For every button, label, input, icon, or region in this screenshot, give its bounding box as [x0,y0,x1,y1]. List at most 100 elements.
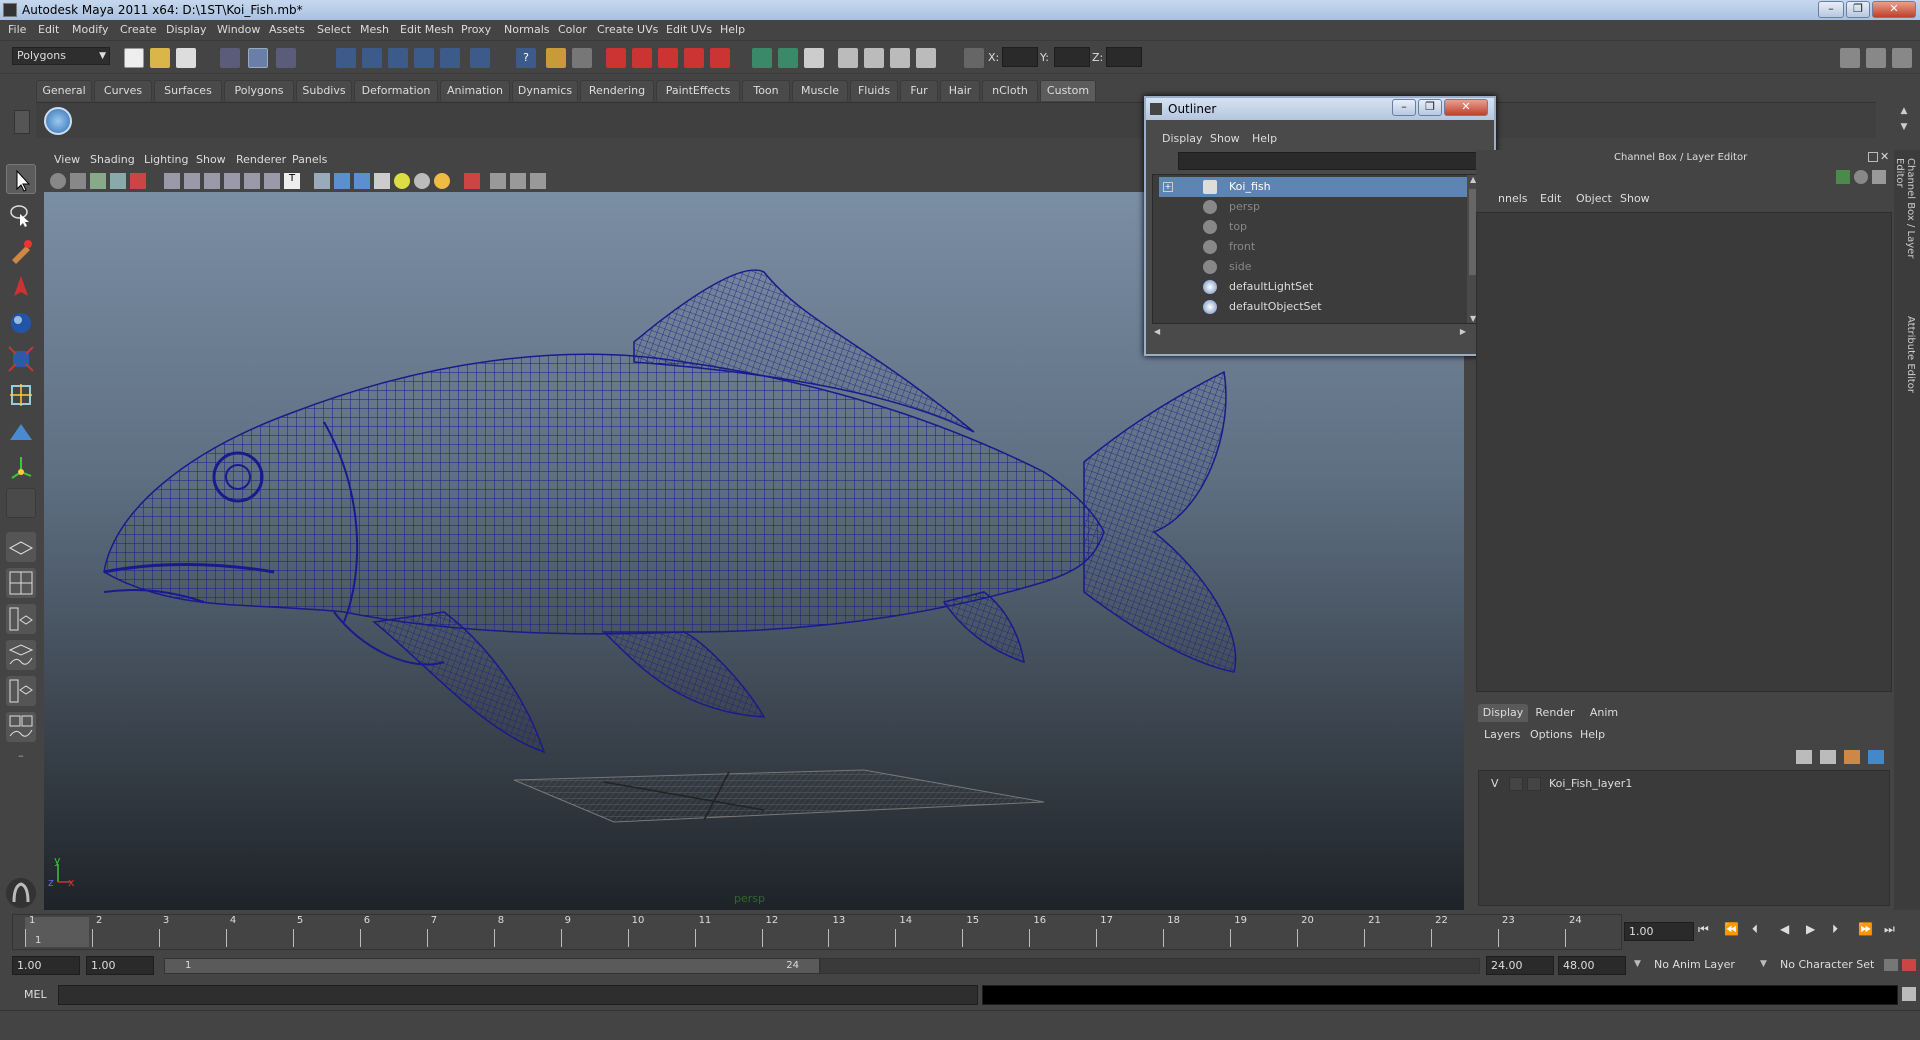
menu-window[interactable]: Window [217,23,260,36]
universal-manip-icon[interactable] [6,380,36,410]
range-slider[interactable]: 1 24 [164,958,820,974]
shadows-icon[interactable] [414,173,430,189]
scroll-left-icon[interactable]: ◀ [1154,327,1160,336]
select-hierarchy-icon[interactable] [220,48,240,68]
channel-box-float-icon[interactable] [1868,152,1878,162]
custom-shelf-check-icon[interactable] [44,107,72,135]
layer-row[interactable]: V Koi_Fish_layer1 [1479,775,1889,793]
hypergraph-icon[interactable] [838,48,858,68]
shelf-tab-dynamics[interactable]: Dynamics [512,80,578,101]
wireframe-shading-icon[interactable] [314,173,330,189]
layout-persp-outliner-graph-icon[interactable] [6,712,36,742]
script-editor-icon[interactable] [1902,987,1916,1001]
image-plane-icon[interactable] [110,173,126,189]
menu-help[interactable]: Help [720,23,745,36]
time-slider[interactable]: 1 1 2 3 4 5 6 7 8 9 10 11 12 13 14 15 16 17 18 19 20 21 22 23 2… [12,914,1622,950]
select-object-icon[interactable] [248,48,268,68]
shelf-tab-rendering[interactable]: Rendering [580,80,654,101]
camera-attributes-icon[interactable] [70,173,86,189]
outliner-toggle-icon[interactable] [804,48,824,68]
outliner-item-top[interactable]: top [1159,217,1475,237]
safe-title-icon[interactable]: T [284,173,300,189]
layer-menu-options[interactable]: Options [1530,728,1572,741]
cmd-language-label[interactable]: MEL [24,988,47,1001]
outliner-item-default-light-set[interactable]: defaultLightSet [1159,277,1475,297]
menu-mesh[interactable]: Mesh [360,23,389,36]
shelf-tab-subdivs[interactable]: Subdivs [296,80,352,101]
outliner-menu-help[interactable]: Help [1252,132,1277,145]
layout-hypershade-persp-icon[interactable] [6,676,36,706]
step-forward-frame-icon[interactable]: ⏵ [1832,922,1838,937]
snap-live-icon[interactable] [440,48,460,68]
shelf-tab-muscle[interactable]: Muscle [792,80,848,101]
menu-create-uvs[interactable]: Create UVs [597,23,658,36]
select-tool-icon[interactable] [6,164,36,194]
uv-editor-icon[interactable] [864,48,884,68]
layer-tab-display[interactable]: Display [1478,704,1528,722]
panel-menu-show[interactable]: Show [196,153,226,166]
panel-menu-renderer[interactable]: Renderer [236,153,286,166]
step-back-frame-icon[interactable]: ⏴ [1752,922,1758,937]
render-current-icon[interactable] [606,48,626,68]
auto-key-icon[interactable] [1884,959,1898,971]
menu-edit[interactable]: Edit [38,23,59,36]
show-manipulator-icon[interactable] [6,452,36,482]
shelf-tab-fluids[interactable]: Fluids [850,80,898,101]
move-tool-icon[interactable] [6,272,36,302]
shelf-tab-hair[interactable]: Hair [940,80,980,101]
toggle-tool-settings-icon[interactable] [1866,48,1886,68]
panel-menu-shading[interactable]: Shading [90,153,135,166]
open-scene-icon[interactable] [150,48,170,68]
play-forward-icon[interactable]: ▶ [1806,922,1815,936]
menu-set-dropdown[interactable]: Polygons ▼ [12,47,110,65]
graph-editor-icon[interactable] [752,48,772,68]
menu-assets[interactable]: Assets [269,23,305,36]
menu-create[interactable]: Create [120,23,157,36]
layer-tab-render[interactable]: Render [1530,704,1580,722]
z-field[interactable] [1106,47,1142,67]
textured-icon[interactable] [374,173,390,189]
menu-color[interactable]: Color [558,23,587,36]
snap-curve-icon[interactable] [362,48,382,68]
component-editor-icon[interactable] [890,48,910,68]
new-scene-icon[interactable] [124,48,144,68]
scale-tool-icon[interactable] [6,344,36,374]
layer-template-toggle[interactable] [1509,777,1523,791]
shelf-tab-toon[interactable]: Toon [742,80,790,101]
playback-end-field[interactable]: 24.00 [1486,956,1554,975]
xray-icon[interactable] [490,173,506,189]
outliner-item-default-object-set[interactable]: defaultObjectSet [1159,297,1475,317]
animation-prefs-icon[interactable] [1902,959,1916,971]
shelf-tab-polygons[interactable]: Polygons [224,80,294,101]
outliner-close-button[interactable]: ✕ [1444,99,1488,116]
end-time-field[interactable]: 48.00 [1558,956,1626,975]
isolate-select-icon[interactable] [464,173,480,189]
channel-box-menu-channels[interactable]: nnels [1498,192,1528,205]
close-button[interactable]: ✕ [1872,1,1916,18]
outliner-minimize-button[interactable]: – [1392,99,1416,116]
layer-tab-anim[interactable]: Anim [1582,704,1626,722]
outliner-horizontal-scrollbar[interactable]: ◀ ▶ [1152,326,1468,340]
side-tab-attribute-editor[interactable]: Attribute Editor [1898,316,1916,406]
go-to-end-icon[interactable]: ⏭ [1884,922,1895,937]
outliner-item-front[interactable]: front [1159,237,1475,257]
menu-modify[interactable]: Modify [72,23,108,36]
paint-select-tool-icon[interactable] [6,236,36,266]
channel-box-pick-icon[interactable] [1872,170,1886,184]
gate-mask-icon[interactable] [224,173,240,189]
two-d-pan-zoom-icon[interactable] [130,173,146,189]
maximize-button[interactable]: ❐ [1846,1,1870,18]
use-all-lights-icon[interactable] [394,173,410,189]
anim-layer-dropdown[interactable]: No Anim Layer [1650,956,1760,975]
dope-sheet-icon[interactable] [778,48,798,68]
cmd-input-field[interactable] [58,985,978,1005]
side-tab-channel-box[interactable]: Channel Box / Layer Editor [1894,158,1916,288]
script-editor-icon[interactable] [916,48,936,68]
character-set-dropdown[interactable]: No Character Set [1776,956,1880,975]
shelf-tab-fur[interactable]: Fur [900,80,938,101]
outliner-item-side[interactable]: side [1159,257,1475,277]
step-forward-key-icon[interactable]: ⏩ [1858,922,1873,936]
shelf-tab-custom[interactable]: Custom [1040,80,1096,101]
menu-edit-mesh[interactable]: Edit Mesh [400,23,454,36]
layout-single-pane-icon[interactable] [6,532,36,562]
